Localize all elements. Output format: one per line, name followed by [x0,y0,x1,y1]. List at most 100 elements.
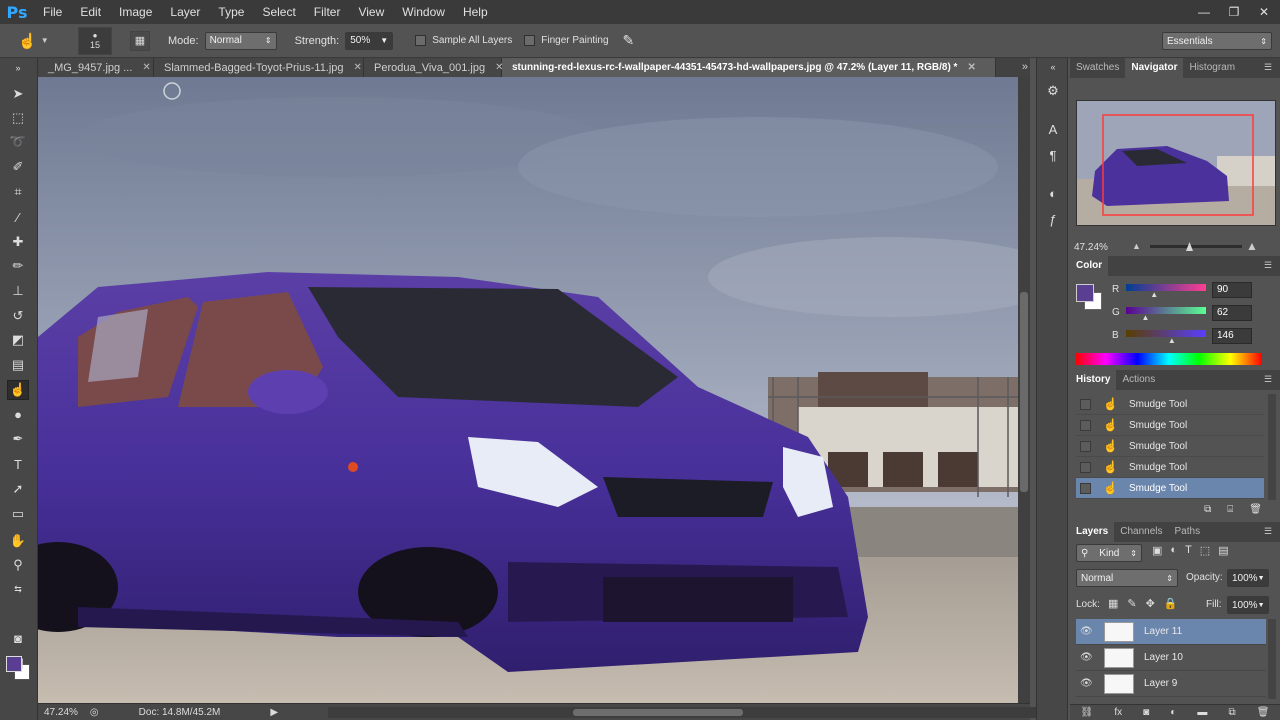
panel-menu-icon[interactable]: ☰ [1264,526,1274,537]
tab-overflow-icon[interactable]: » [1022,58,1028,77]
menu-type[interactable]: Type [209,0,253,24]
pen-tool-icon[interactable]: ✒ [7,429,29,449]
layer-filter-dropdown[interactable]: ⚲ Kind ⇕ [1076,544,1142,562]
foreground-color-swatch[interactable] [6,656,22,672]
panel-menu-icon[interactable]: ☰ [1264,62,1274,73]
horizontal-scrollbar[interactable] [328,707,1053,718]
new-document-from-state-icon[interactable]: ⧉ [1204,504,1211,520]
vertical-scrollbar-thumb[interactable] [1020,292,1028,492]
path-selection-tool-icon[interactable]: ➚ [7,479,29,499]
crop-tool-icon[interactable]: ⌗ [7,182,29,202]
character-panel-icon[interactable]: A [1044,120,1062,138]
marquee-tool-icon[interactable]: ⬚ [7,108,29,128]
panel-menu-icon[interactable]: ☰ [1264,374,1274,385]
adjustments-icon[interactable]: ◐ [1044,184,1062,202]
collapse-toolbar-icon[interactable]: » [7,58,29,78]
history-brush-tool-icon[interactable]: ↺ [7,306,29,326]
adjustment-layer-icon[interactable]: ◐ [1170,707,1176,718]
status-zoom[interactable]: 47.24% [44,707,78,718]
gradient-tool-icon[interactable]: ▤ [7,355,29,375]
green-slider-thumb[interactable]: ▲ [1141,313,1149,322]
tab-channels[interactable]: Channels [1114,522,1168,542]
zoom-tool-icon[interactable]: ⚲ [7,555,29,575]
sample-all-layers-checkbox[interactable]: Sample All Layers [415,35,512,46]
tab-color[interactable]: Color [1070,256,1109,276]
clone-stamp-tool-icon[interactable]: ⊥ [7,281,29,301]
menu-help[interactable]: Help [454,0,497,24]
layer-row[interactable]: 👁 Layer 9 [1076,671,1266,697]
brush-panel-toggle[interactable]: ▦ [130,30,150,51]
tool-preset-picker[interactable]: ☝ ▼ [18,27,62,55]
smudge-tool-icon[interactable]: ☝ [7,380,29,400]
menu-filter[interactable]: Filter [305,0,350,24]
navigator-zoom-value[interactable]: 47.24% [1074,242,1108,253]
red-value-field[interactable]: 90 [1212,282,1252,298]
menu-view[interactable]: View [349,0,393,24]
add-mask-icon[interactable]: ◙ [1143,707,1149,718]
menu-layer[interactable]: Layer [161,0,209,24]
layer-name[interactable]: Layer 9 [1144,678,1177,689]
adjustment-filter-icon[interactable]: ◐ [1170,544,1177,557]
close-button[interactable]: ✕ [1256,5,1272,19]
vertical-scrollbar[interactable] [1018,77,1030,703]
layer-name[interactable]: Layer 11 [1144,626,1182,637]
move-tool-icon[interactable]: ➤ [7,84,29,104]
eye-icon[interactable]: 👁 [1080,678,1094,689]
horizontal-scrollbar-thumb[interactable] [573,709,743,716]
eraser-tool-icon[interactable]: ◩ [7,330,29,350]
tab-swatches[interactable]: Swatches [1070,58,1125,78]
eye-icon[interactable]: 👁 [1080,626,1094,637]
link-layers-icon[interactable]: ⛓ [1081,707,1094,718]
blue-value-field[interactable]: 146 [1212,328,1252,344]
history-snapshot-checkbox[interactable] [1080,440,1091,452]
history-item[interactable]: ☝ Smudge Tool [1076,394,1264,415]
color-foreground-swatch[interactable] [1076,284,1094,302]
tab-document-active[interactable]: stunning-red-lexus-rc-f-wallpaper-44351-… [502,58,996,77]
red-slider[interactable] [1126,284,1206,291]
history-snapshot-checkbox[interactable] [1080,461,1091,473]
red-slider-thumb[interactable]: ▲ [1150,290,1158,299]
status-menu-arrow-icon[interactable]: ▶ [270,707,278,718]
brush-size-picker[interactable]: ● 15 [78,26,112,55]
history-snapshot-checkbox[interactable] [1080,482,1091,494]
lock-image-icon[interactable]: ✎ [1127,597,1136,610]
tab-document-1[interactable]: _MG_9457.jpg ... ✕ [38,58,154,77]
navigator-preview[interactable] [1076,100,1276,226]
hand-tool-icon[interactable]: ✋ [7,531,29,551]
type-tool-icon[interactable]: T [7,454,29,474]
restore-button[interactable]: ❐ [1226,5,1242,19]
history-item[interactable]: ☝ Smudge Tool [1076,457,1264,478]
rectangle-tool-icon[interactable]: ▭ [7,504,29,524]
properties-icon[interactable]: ⚙ [1044,82,1062,100]
dodge-tool-icon[interactable]: ● [7,404,29,424]
menu-file[interactable]: File [34,0,71,24]
workspace-switcher[interactable]: Essentials ⇕ [1162,32,1272,50]
tab-document-3[interactable]: Perodua_Viva_001.jpg ✕ [364,58,504,77]
new-group-icon[interactable]: ▬ [1197,707,1207,718]
opacity-input[interactable]: 100% ▼ [1227,569,1269,587]
history-item[interactable]: ☝ Smudge Tool [1076,415,1264,436]
green-value-field[interactable]: 62 [1212,305,1252,321]
tab-layers[interactable]: Layers [1070,522,1115,542]
collapse-dock-icon[interactable]: « [1044,58,1062,76]
zoom-out-icon[interactable]: ▲ [1132,241,1141,251]
tab-document-2[interactable]: Slammed-Bagged-Toyot-Prius-11.jpg ✕ [154,58,364,77]
history-snapshot-checkbox[interactable] [1080,419,1091,431]
pixel-filter-icon[interactable]: ▣ [1152,544,1162,557]
eyedropper-tool-icon[interactable]: ⁄ [7,207,29,227]
layer-name[interactable]: Layer 10 [1144,652,1183,663]
layer-style-icon[interactable]: fx [1114,707,1122,718]
new-layer-icon[interactable]: ⧉ [1229,707,1236,718]
pressure-icon[interactable]: ✎ [623,32,635,49]
healing-brush-tool-icon[interactable]: ✚ [7,232,29,252]
history-item[interactable]: ☝ Smudge Tool [1076,436,1264,457]
eye-icon[interactable]: 👁 [1080,652,1094,663]
lock-all-icon[interactable]: 🔒 [1164,597,1178,610]
type-filter-icon[interactable]: T [1185,544,1192,557]
blue-slider[interactable] [1126,330,1206,337]
close-icon[interactable]: ✕ [967,62,975,73]
layers-scrollbar[interactable] [1268,619,1276,699]
shape-filter-icon[interactable]: ⬚ [1200,544,1210,557]
finger-painting-checkbox[interactable]: Finger Painting [524,35,609,46]
tab-navigator[interactable]: Navigator [1125,58,1184,78]
